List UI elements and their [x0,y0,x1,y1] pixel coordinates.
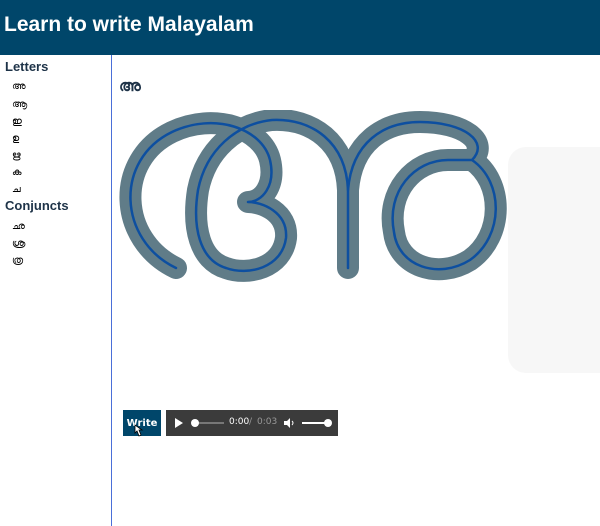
conjuncts-heading: Conjuncts [5,198,69,213]
sidebar-letter-i[interactable]: ഇ [12,116,22,127]
sidebar-letter-cha[interactable]: ച [12,184,21,195]
sidebar-letter-u[interactable]: ഉ [12,133,19,144]
current-time: 0:00 [229,417,250,427]
sidebar-letter-a[interactable]: അ [12,81,26,92]
duration-time: 0:03 [257,417,278,427]
sidebar-conjunct-shra[interactable]: ശ്ര [12,238,25,249]
volume-icon[interactable] [283,417,295,429]
sidebar-letter-aa[interactable]: ആ [12,99,27,110]
volume-handle[interactable] [324,419,332,427]
current-letter-label: അ [119,76,141,95]
sidebar-conjunct-chha[interactable]: ഛ [12,221,25,232]
sidebar-letter-ka[interactable]: ക [12,167,22,178]
sidebar-letter-ru[interactable]: ഋ [12,150,21,161]
letter-guide-stroke [129,118,497,273]
letters-heading: Letters [5,59,49,74]
seek-bar[interactable] [191,419,224,427]
letter-drawing-canvas[interactable] [113,110,523,300]
sidebar-conjunct-thra[interactable]: ത്ര [12,255,23,266]
page-title: Learn to write Malayalam [4,13,254,36]
sidebar: Letters അ ആ ഇ ഉ ഋ ക ച Conjuncts ഛ ശ്ര ത്… [0,55,112,526]
seek-handle[interactable] [191,419,199,427]
pointer-cursor-icon [134,424,144,437]
play-icon[interactable] [175,418,183,428]
letter-outline-stroke [119,110,507,282]
app-header: Learn to write Malayalam [0,0,600,55]
time-separator: / [249,417,253,427]
audio-player[interactable]: 0:00 / 0:03 [166,410,338,436]
main-area: അ Write 0:00 / 0:03 [113,55,600,526]
volume-slider[interactable] [302,419,332,427]
